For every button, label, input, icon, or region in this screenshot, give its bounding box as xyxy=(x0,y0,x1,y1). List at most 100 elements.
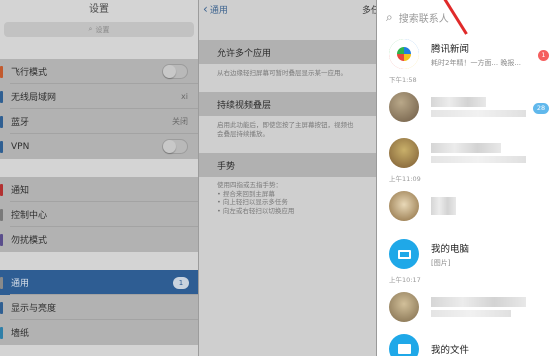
unread-badge: 28 xyxy=(533,103,549,114)
detail-nav-bar: ‹ 通用 多任 xyxy=(199,0,377,18)
conversation-text: 我的文件 xyxy=(431,342,469,356)
settings-item-label: VPN xyxy=(11,141,30,152)
moon-icon xyxy=(0,233,3,246)
settings-search[interactable]: ⌕ 设置 xyxy=(4,22,194,37)
conversation-item[interactable] xyxy=(377,186,557,226)
conversation-preview: 耗时2年精！一方面... 晚报... xyxy=(431,58,522,67)
conversation-text xyxy=(431,143,531,163)
settings-item-label: 蓝牙 xyxy=(11,118,30,128)
conversation-name: 腾讯新闻 xyxy=(431,43,470,55)
blurred-name xyxy=(431,143,501,153)
allow-multiple-apps-desc: 从右边缘轻扫屏幕可暂时叠层显示某一应用。 xyxy=(217,69,347,77)
gesture-item: • 向上轻扫以显示多任务 xyxy=(217,198,288,206)
wifi-icon xyxy=(0,90,3,103)
settings-item-wallpaper[interactable]: 墙纸 xyxy=(0,320,198,345)
tencent-news-avatar xyxy=(389,39,419,69)
conversation-item[interactable]: 28 xyxy=(377,87,557,127)
vpn-icon xyxy=(0,140,3,153)
bluetooth-icon xyxy=(0,115,3,128)
settings-search-placeholder: 设置 xyxy=(95,25,110,34)
blurred-name xyxy=(431,97,486,107)
settings-item-general[interactable]: 通用 1 xyxy=(0,270,198,295)
settings-item-label: 通知 xyxy=(11,186,30,196)
avatar xyxy=(389,191,419,221)
settings-item-display[interactable]: 显示与亮度 xyxy=(0,295,198,320)
conversation-item[interactable] xyxy=(377,287,557,327)
airplane-icon xyxy=(0,65,3,78)
page-title: 多任 xyxy=(362,5,377,16)
back-label: 通用 xyxy=(209,5,228,16)
blurred-preview xyxy=(431,310,511,317)
search-icon: ⌕ xyxy=(88,25,93,33)
conversation-text: 我的电脑 [图片] xyxy=(431,241,469,268)
back-button[interactable]: ‹ 通用 xyxy=(203,3,228,16)
folder-icon xyxy=(389,334,419,356)
settings-title: 设置 xyxy=(89,4,109,15)
conversation-name: 我的电脑 xyxy=(431,243,470,255)
general-badge: 1 xyxy=(173,276,189,289)
timestamp: 下午1:58 xyxy=(389,76,417,84)
conversation-text xyxy=(431,197,531,215)
blurred-preview xyxy=(431,156,526,163)
bluetooth-value: 关闭 xyxy=(172,117,188,126)
settings-item-label: 通用 xyxy=(11,279,30,289)
conversation-preview: [图片] xyxy=(431,258,451,267)
multitasking-detail: ‹ 通用 多任 允许多个应用 从右边缘轻扫屏幕可暂时叠层显示某一应用。 持续视频… xyxy=(199,0,377,356)
gestures-desc: 使用四指或五指手势： • 捏合来回到主屏幕 • 向上轻扫以显示多任务 • 向左或… xyxy=(199,177,377,215)
qq-slide-over-panel: ⌕ 搜索联系人 腾讯新闻 耗时2年精！一方面... 晚报... 1 下午1:58… xyxy=(377,0,557,356)
computer-icon xyxy=(389,239,419,269)
persistent-video-label: 持续视频叠层 xyxy=(217,100,272,111)
gestures-cell[interactable]: 手势 xyxy=(199,153,377,177)
settings-item-bluetooth[interactable]: 蓝牙 关闭 xyxy=(0,109,198,134)
gesture-item: • 向左或右轻扫以切换应用 xyxy=(217,206,295,215)
settings-item-label: 飞行模式 xyxy=(11,68,48,78)
allow-multiple-apps-cell[interactable]: 允许多个应用 xyxy=(199,40,377,64)
settings-item-label: 墙纸 xyxy=(11,329,30,339)
settings-item-label: 无线局域网 xyxy=(11,93,57,103)
gear-icon xyxy=(0,276,3,289)
settings-item-notifications[interactable]: 通知 xyxy=(0,177,198,202)
settings-item-wifi[interactable]: 无线局域网 xi xyxy=(0,84,198,109)
gesture-item: • 捏合来回到主屏幕 xyxy=(217,189,275,198)
conversation-item[interactable]: 我的文件 xyxy=(377,329,557,356)
settings-item-vpn[interactable]: VPN xyxy=(0,134,198,159)
conversation-item[interactable]: 腾讯新闻 耗时2年精！一方面... 晚报... 1 xyxy=(377,34,557,74)
notifications-icon xyxy=(0,183,3,196)
avatar xyxy=(389,292,419,322)
conversation-item[interactable] xyxy=(377,133,557,173)
wifi-value: xi xyxy=(181,92,188,101)
settings-item-airplane-mode[interactable]: 飞行模式 xyxy=(0,59,198,84)
settings-group-general: 通用 1 显示与亮度 墙纸 xyxy=(0,270,198,345)
contact-search[interactable]: ⌕ 搜索联系人 xyxy=(377,0,557,34)
chevron-left-icon: ‹ xyxy=(203,2,208,16)
settings-sidebar: 设置 ⌕ 设置 飞行模式 无线局域网 xi 蓝牙 关闭 VPN 通知 控制中心 … xyxy=(0,0,198,356)
display-icon xyxy=(0,301,3,314)
gestures-intro: 使用四指或五指手势： xyxy=(217,181,282,189)
contact-search-placeholder: 搜索联系人 xyxy=(398,13,449,25)
conversation-text xyxy=(431,97,531,117)
settings-item-label: 控制中心 xyxy=(11,211,48,221)
wallpaper-icon xyxy=(0,326,3,339)
blurred-name xyxy=(431,297,526,307)
timestamp: 上午11:09 xyxy=(389,175,421,183)
conversation-text xyxy=(431,297,531,317)
blurred-preview xyxy=(431,110,526,117)
airplane-mode-toggle[interactable] xyxy=(162,64,188,79)
conversation-text: 腾讯新闻 耗时2年精！一方面... 晚报... xyxy=(431,41,521,68)
settings-item-label: 勿扰模式 xyxy=(11,236,48,246)
persistent-video-desc: 启用此功能后，即使您按了主屏幕按钮，视频也会叠层持续播放。 xyxy=(217,121,354,138)
allow-multiple-apps-label: 允许多个应用 xyxy=(217,48,272,59)
blurred-name xyxy=(431,197,456,215)
search-icon: ⌕ xyxy=(386,9,393,24)
timestamp: 上午10:17 xyxy=(389,276,421,284)
settings-item-label: 显示与亮度 xyxy=(11,304,57,314)
vpn-toggle[interactable] xyxy=(162,139,188,154)
avatar xyxy=(389,92,419,122)
gestures-label: 手势 xyxy=(217,161,236,172)
conversation-item[interactable]: 我的电脑 [图片] xyxy=(377,234,557,274)
settings-item-do-not-disturb[interactable]: 勿扰模式 xyxy=(0,227,198,252)
unread-badge: 1 xyxy=(538,50,549,61)
control-center-icon xyxy=(0,208,3,221)
settings-item-control-center[interactable]: 控制中心 xyxy=(0,202,198,227)
persistent-video-cell[interactable]: 持续视频叠层 xyxy=(199,92,377,116)
